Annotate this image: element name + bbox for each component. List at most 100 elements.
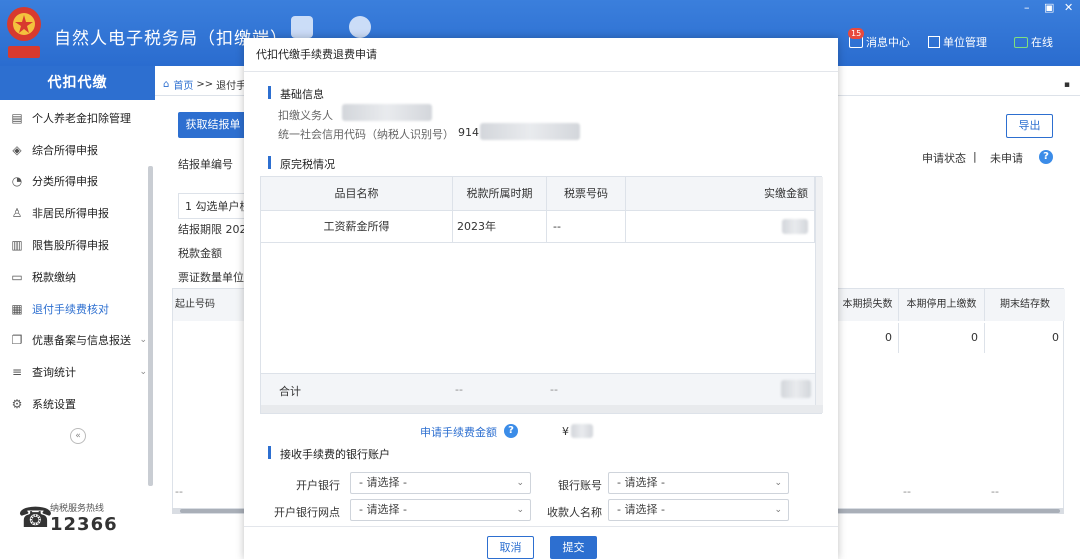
tax-emblem-logo xyxy=(7,7,41,58)
tax-paid-table: 品目名称 税款所属时期 税票号码 实缴金额 工资薪金所得 2023年 -- 合计… xyxy=(260,176,823,414)
table-cell: 0 xyxy=(1052,331,1059,344)
monitor-icon xyxy=(1014,36,1028,48)
table-cell: 工资薪金所得 xyxy=(261,211,453,243)
unit-management-button[interactable]: 单位管理 xyxy=(928,34,987,50)
online-status-button[interactable]: 在线 xyxy=(1014,34,1053,50)
column-header: 实缴金额 xyxy=(626,177,815,211)
sidebar-item-preferential[interactable]: ❐ 优惠备案与信息报送 ⌄ xyxy=(0,325,155,357)
column-header: 税票号码 xyxy=(547,177,626,211)
total-ticket: -- xyxy=(550,383,558,396)
message-center-label: 消息中心 xyxy=(866,36,910,49)
breadcrumb-home[interactable]: 首页 xyxy=(173,77,193,92)
sidebar-item-pension[interactable]: ▤ 个人养老金扣除管理 xyxy=(0,102,155,134)
sidebar-item-tax-payment[interactable]: ▭ 税款缴纳 xyxy=(0,261,155,293)
sidebar-item-classified[interactable]: ◔ 分类所得申报 xyxy=(0,166,155,198)
wallet-icon[interactable] xyxy=(291,16,313,38)
sidebar-scrollbar[interactable] xyxy=(148,166,153,486)
sidebar-item-query[interactable]: ≡ 查询统计 ⌄ xyxy=(0,356,155,388)
submit-button[interactable]: 提交 xyxy=(550,536,597,559)
doc-icon: ▤ xyxy=(11,110,23,125)
gear-icon: ⚙ xyxy=(11,397,23,412)
get-report-button[interactable]: 获取结报单 xyxy=(178,112,248,138)
footer-cell: -- xyxy=(991,485,999,498)
status-separator: | xyxy=(973,150,977,163)
copy-icon: ❐ xyxy=(11,333,23,348)
chevron-down-icon: ⌄ xyxy=(516,505,524,515)
redacted-amount xyxy=(782,219,808,234)
sidebar-item-settings[interactable]: ⚙ 系统设置 xyxy=(0,388,155,420)
table-cell xyxy=(626,211,815,243)
pie-icon: ◔ xyxy=(11,174,23,189)
footer-cell: -- xyxy=(175,485,183,498)
report-number-label: 结报单编号 xyxy=(178,158,233,171)
sidebar-item-nonresident[interactable]: ♙ 非居民所得申报 xyxy=(0,197,155,229)
tax-amount-label: 税款金额 xyxy=(178,247,222,260)
chevron-down-icon: ⌄ xyxy=(139,335,147,346)
help-icon[interactable]: ? xyxy=(504,424,518,438)
sidebar: 代扣代缴 ▤ 个人养老金扣除管理 ◈ 综合所得申报 ◔ 分类所得申报 ♙ 非居民所得申报… xyxy=(0,66,155,559)
redacted-fee xyxy=(571,424,593,438)
account-select[interactable]: - 请选择 - ⌄ xyxy=(608,472,789,494)
account-label: 银行账号 xyxy=(558,479,602,492)
column-header: 起止号码 xyxy=(173,289,245,321)
column-header: 本期停用上缴数 xyxy=(899,289,985,321)
chevron-down-icon: ⌄ xyxy=(774,505,782,515)
breadcrumb-current: 退付手 xyxy=(216,81,247,92)
bar-icon: ▥ xyxy=(11,238,23,253)
redacted-agent-name xyxy=(342,104,432,121)
column-header: 品目名称 xyxy=(261,177,453,211)
home-icon[interactable]: ⌂ xyxy=(163,79,169,90)
cancel-button[interactable]: 取消 xyxy=(487,536,534,559)
refund-application-dialog: 代扣代缴手续费退费申请 基础信息 扣缴义务人 统一社会信用代码（纳税人识别号） … xyxy=(244,38,838,559)
restore-button[interactable]: ▣ xyxy=(1044,1,1054,14)
credit-code-prefix: 914 xyxy=(458,126,479,139)
table-vertical-scrollbar[interactable] xyxy=(815,177,823,413)
table-horizontal-scrollbar[interactable] xyxy=(261,405,823,413)
column-header: 税款所属时期 xyxy=(453,177,547,211)
section-basic-info: 基础信息 xyxy=(268,86,324,102)
payee-select[interactable]: - 请选择 - ⌄ xyxy=(608,499,789,521)
tab-close-icon[interactable]: ▪ xyxy=(1064,80,1070,90)
section-tax-paid: 原完税情况 xyxy=(268,156,335,172)
minimize-button[interactable]: – xyxy=(1024,1,1030,14)
chevron-down-icon: ⌄ xyxy=(774,478,782,488)
hotline: ☎ 纳税服务热线 12366 xyxy=(18,498,118,538)
help-icon[interactable]: ? xyxy=(1039,150,1053,164)
table-cell: 0 xyxy=(899,323,985,353)
chevron-down-icon: ⌄ xyxy=(516,478,524,488)
online-label: 在线 xyxy=(1031,36,1053,49)
total-label: 合计 xyxy=(279,385,301,398)
checked-single-label: 1 勾选单户核 xyxy=(178,193,251,219)
hotline-label: 纳税服务热线 xyxy=(50,504,105,514)
coins-icon[interactable] xyxy=(349,16,371,38)
search-list-icon: ≡ xyxy=(11,365,23,380)
table-cell: -- xyxy=(547,211,626,243)
message-center-button[interactable]: 15 消息中心 xyxy=(848,28,910,50)
mail-icon: 15 xyxy=(848,28,865,48)
branch-select[interactable]: - 请选择 - ⌄ xyxy=(350,499,531,521)
collapse-sidebar-button[interactable]: « xyxy=(70,428,86,444)
sidebar-title: 代扣代缴 xyxy=(0,66,155,100)
column-header: 本期损失数 xyxy=(837,289,899,321)
fee-currency: ¥ xyxy=(562,425,569,438)
chevron-down-icon: ⌄ xyxy=(139,367,147,378)
status-label: 申请状态 xyxy=(922,152,966,165)
footer-cell: -- xyxy=(903,485,911,498)
sidebar-item-fee-refund[interactable]: ▦ 退付手续费核对 xyxy=(0,293,155,325)
branch-label: 开户银行网点 xyxy=(274,506,340,519)
headset-icon: ☎ xyxy=(18,501,53,534)
export-button[interactable]: 导出 xyxy=(1006,114,1053,138)
bank-select[interactable]: - 请选择 - ⌄ xyxy=(350,472,531,494)
column-header: 期末结存数 xyxy=(985,289,1065,321)
period-label: 结报期限 202 xyxy=(178,223,247,236)
folder-icon: ▭ xyxy=(11,269,23,284)
total-row: 合计 -- -- xyxy=(261,373,815,405)
credit-code-label: 统一社会信用代码（纳税人识别号） xyxy=(278,128,454,141)
close-window-button[interactable]: ✕ xyxy=(1064,1,1073,14)
sidebar-item-comprehensive[interactable]: ◈ 综合所得申报 xyxy=(0,134,155,166)
payee-label: 收款人名称 xyxy=(547,506,602,519)
layers-icon: ◈ xyxy=(12,142,22,157)
unit-management-label: 单位管理 xyxy=(943,36,987,49)
sidebar-item-restricted-stock[interactable]: ▥ 限售股所得申报 xyxy=(0,229,155,261)
table-cell: 0 xyxy=(837,323,899,353)
